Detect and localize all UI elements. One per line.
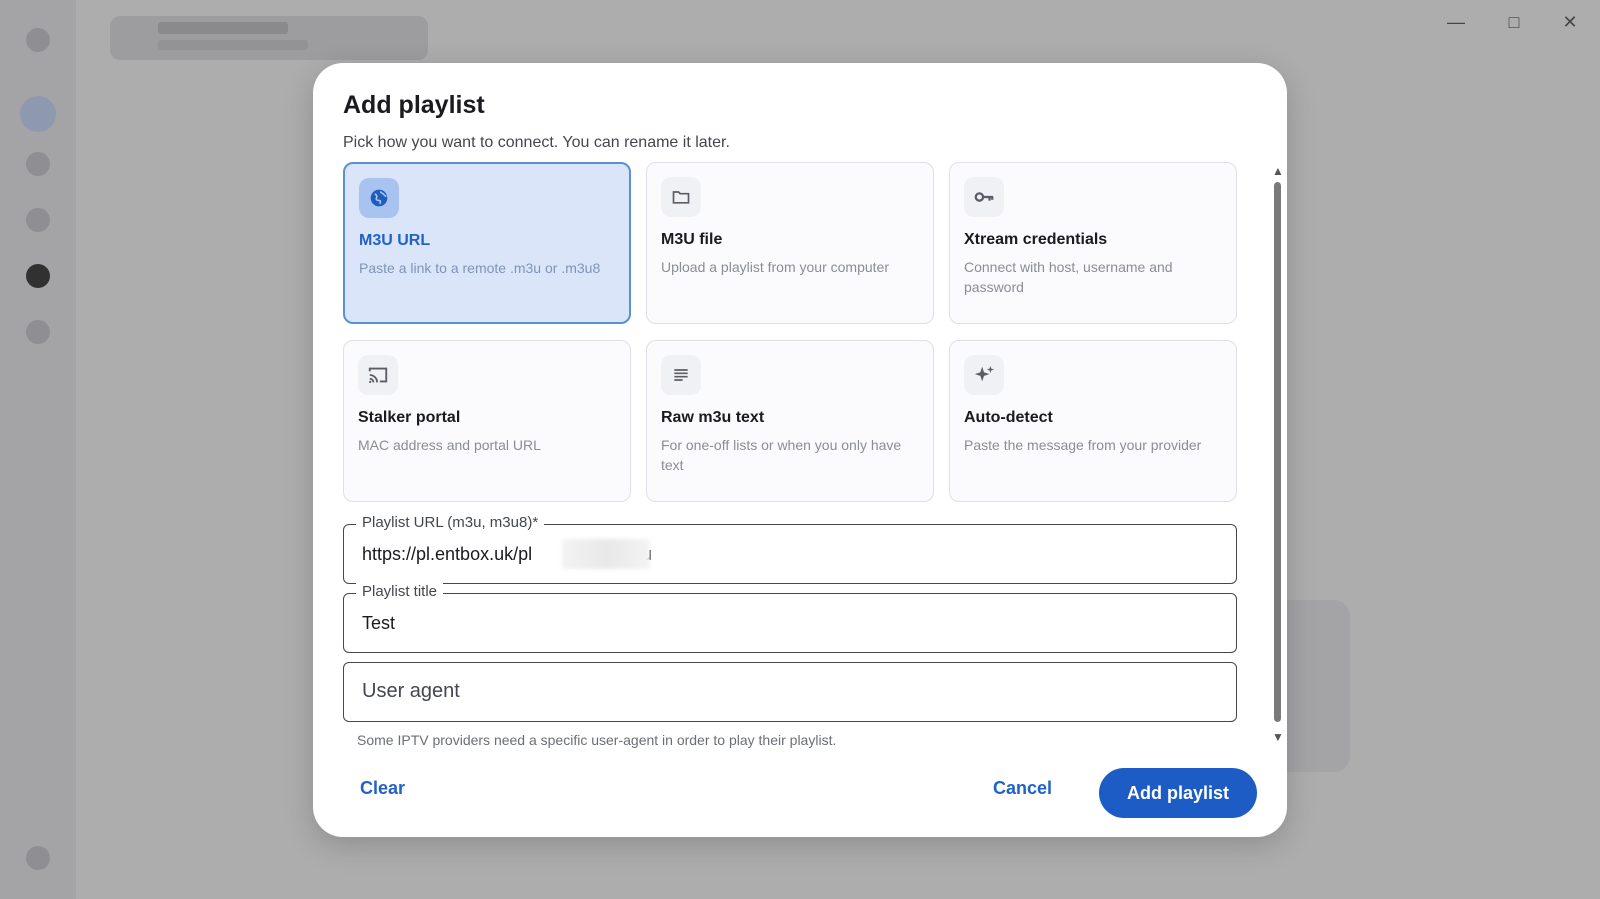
- scroll-up-arrow-icon[interactable]: ▲: [1272, 164, 1284, 178]
- dialog-title: Add playlist: [343, 91, 485, 119]
- key-icon: [964, 177, 1004, 217]
- option-m3u-url[interactable]: M3U URL Paste a link to a remote .m3u or…: [343, 162, 631, 324]
- folder-icon: [661, 177, 701, 217]
- sparkle-icon: [964, 355, 1004, 395]
- option-description: Paste a link to a remote .m3u or .m3u8: [359, 260, 601, 276]
- option-title: M3U file: [661, 231, 723, 248]
- user-agent-field[interactable]: User agent: [343, 662, 1237, 722]
- option-description: Paste the message from your provider: [964, 437, 1202, 453]
- option-description: For one-off lists or when you only have …: [661, 437, 902, 473]
- add-playlist-button[interactable]: Add playlist: [1099, 768, 1257, 818]
- globe-icon: [359, 178, 399, 218]
- option-description: Connect with host, username and password: [964, 259, 1173, 295]
- cast-icon: [358, 355, 398, 395]
- option-description: MAC address and portal URL: [358, 437, 541, 453]
- option-auto-detect[interactable]: Auto-detect Paste the message from your …: [949, 340, 1237, 502]
- dialog-subtitle: Pick how you want to connect. You can re…: [343, 134, 730, 151]
- option-stalker-portal[interactable]: Stalker portal MAC address and portal UR…: [343, 340, 631, 502]
- option-m3u-file[interactable]: M3U file Upload a playlist from your com…: [646, 162, 934, 324]
- add-playlist-dialog: Add playlist Pick how you want to connec…: [313, 63, 1287, 837]
- option-xtream-credentials[interactable]: Xtream credentials Connect with host, us…: [949, 162, 1237, 324]
- redacted-region: [562, 539, 650, 569]
- option-title: Raw m3u text: [661, 409, 765, 426]
- playlist-title-label: Playlist title: [356, 583, 444, 600]
- clear-button[interactable]: Clear: [360, 778, 405, 799]
- option-title: Xtream credentials: [964, 231, 1108, 248]
- playlist-title-field[interactable]: Playlist title Test: [343, 583, 1237, 653]
- playlist-url-field[interactable]: Playlist URL (m3u, m3u8)* https://pl.ent…: [343, 514, 1237, 584]
- option-title: Stalker portal: [358, 409, 461, 426]
- user-agent-placeholder: User agent: [362, 680, 460, 702]
- option-raw-m3u-text[interactable]: Raw m3u text For one-off lists or when y…: [646, 340, 934, 502]
- option-title: M3U URL: [359, 232, 431, 249]
- option-description: Upload a playlist from your computer: [661, 259, 889, 275]
- playlist-url-label: Playlist URL (m3u, m3u8)*: [356, 514, 545, 531]
- scroll-down-arrow-icon[interactable]: ▼: [1272, 730, 1284, 744]
- playlist-title-value[interactable]: Test: [362, 613, 395, 634]
- user-agent-hint: Some IPTV providers need a specific user…: [357, 732, 837, 748]
- text-lines-icon: [661, 355, 701, 395]
- option-title: Auto-detect: [964, 409, 1053, 426]
- cancel-button[interactable]: Cancel: [993, 778, 1052, 799]
- scrollbar-thumb[interactable]: [1274, 182, 1281, 722]
